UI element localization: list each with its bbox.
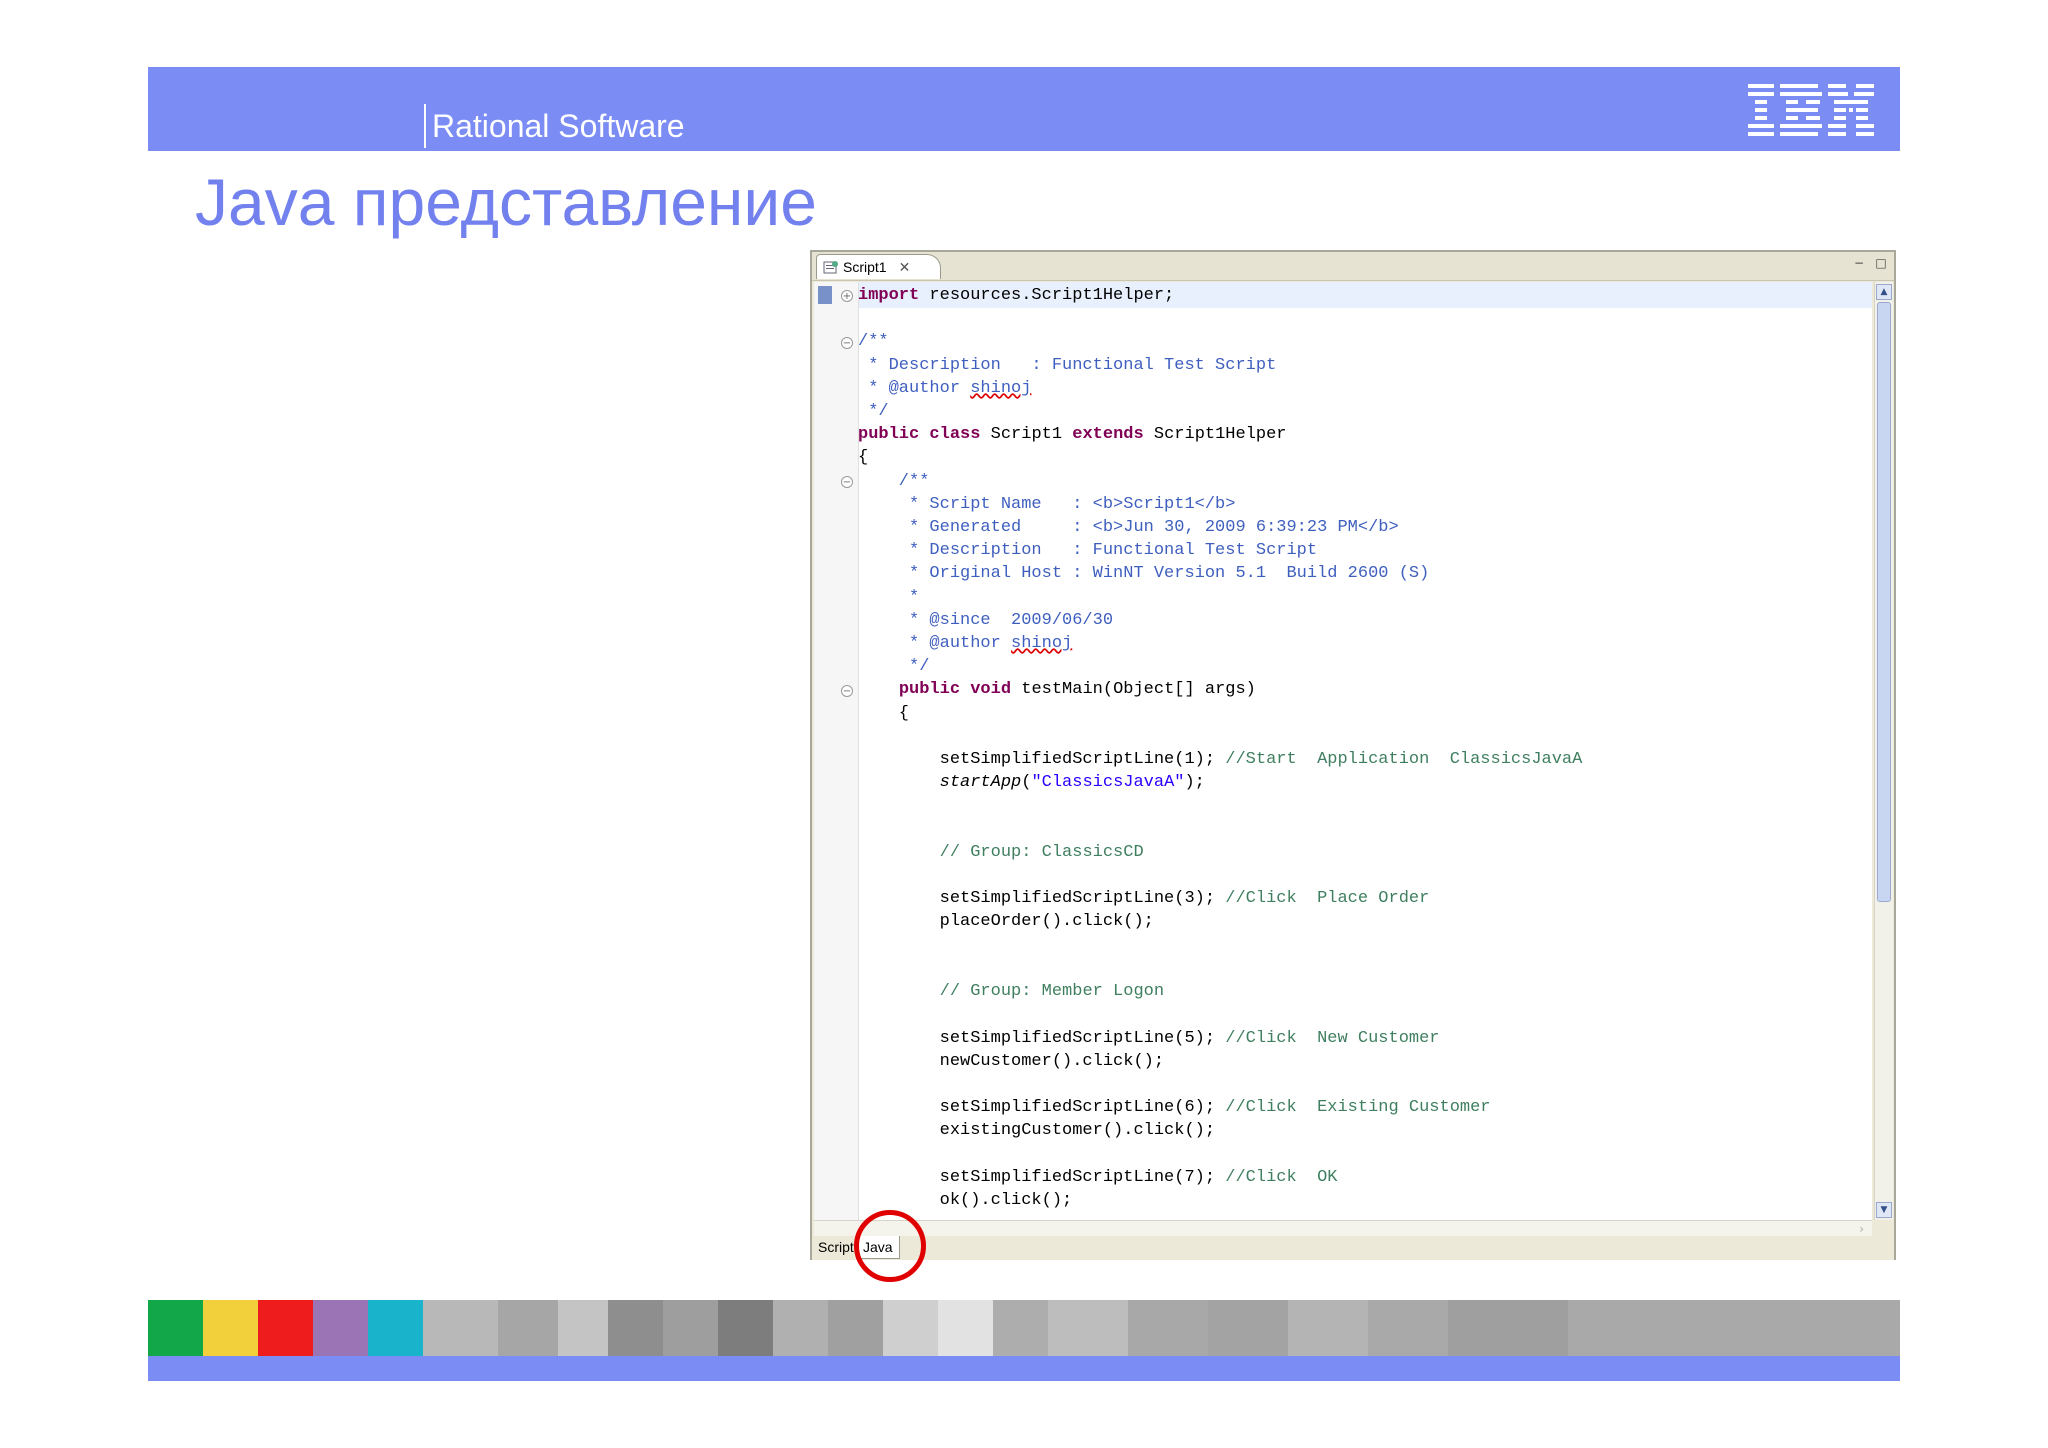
code-line: newCustomer().click(); bbox=[858, 1051, 1165, 1071]
editor-ruler: + − − − bbox=[814, 282, 859, 1220]
color-block bbox=[498, 1300, 558, 1356]
color-block bbox=[368, 1300, 423, 1356]
collapse-icon[interactable]: − bbox=[841, 685, 853, 697]
vertical-scrollbar[interactable]: ▲ ▼ bbox=[1874, 282, 1893, 1220]
code-line: /** bbox=[858, 471, 930, 491]
color-block bbox=[423, 1300, 498, 1356]
code-line: * @author shinoj bbox=[858, 634, 1073, 654]
expand-icon[interactable]: + bbox=[841, 290, 853, 302]
color-block bbox=[1568, 1300, 1900, 1356]
color-block bbox=[828, 1300, 883, 1356]
collapse-icon[interactable]: − bbox=[841, 476, 853, 488]
code-line: * Description : Functional Test Script bbox=[858, 541, 1318, 561]
code-line: setSimplifiedScriptLine(6); //Click Exis… bbox=[858, 1098, 1491, 1118]
color-block bbox=[148, 1300, 203, 1356]
banner-separator bbox=[424, 104, 426, 148]
color-block bbox=[313, 1300, 368, 1356]
color-block bbox=[993, 1300, 1048, 1356]
minimize-icon[interactable]: − bbox=[1852, 256, 1866, 270]
code-line: // Group: ClassicsCD bbox=[939, 842, 1144, 862]
code-line: ok().click(); bbox=[858, 1190, 1073, 1210]
code-line: public class Script1 extends Script1Help… bbox=[858, 425, 1287, 445]
bottom-tab-bar: Script Java bbox=[812, 1236, 1894, 1260]
code-line: * Generated : <b>Jun 30, 2009 6:39:23 PM… bbox=[858, 518, 1399, 538]
ibm-logo bbox=[1748, 84, 1874, 136]
code-line: * @author shinoj bbox=[858, 378, 1032, 398]
color-block bbox=[1048, 1300, 1128, 1356]
code-line: */ bbox=[858, 402, 889, 422]
code-line: setSimplifiedScriptLine(7); //Click OK bbox=[858, 1167, 1338, 1187]
code-line: setSimplifiedScriptLine(1); //Start Appl… bbox=[858, 750, 1583, 770]
color-block bbox=[258, 1300, 313, 1356]
code-line: setSimplifiedScriptLine(5); //Click New … bbox=[858, 1028, 1440, 1048]
code-line: { bbox=[858, 448, 869, 468]
collapse-icon[interactable]: − bbox=[841, 337, 853, 349]
tab-script[interactable]: Script bbox=[818, 1236, 856, 1258]
color-block bbox=[203, 1300, 258, 1356]
color-block bbox=[1368, 1300, 1448, 1356]
code-line: * Script Name : <b>Script1</b> bbox=[858, 494, 1236, 514]
editor-tab-bar: Script1 ✕ − □ bbox=[812, 252, 1894, 281]
color-block bbox=[1448, 1300, 1568, 1356]
ruler-marker bbox=[818, 286, 832, 304]
header-banner bbox=[148, 67, 1900, 151]
maximize-icon[interactable]: □ bbox=[1874, 256, 1888, 270]
footer-bar bbox=[148, 1356, 1900, 1381]
color-block bbox=[663, 1300, 718, 1356]
slide-title: Java представление bbox=[195, 165, 817, 239]
color-block bbox=[938, 1300, 993, 1356]
scroll-down-icon[interactable]: ▼ bbox=[1876, 1202, 1892, 1218]
color-block bbox=[608, 1300, 663, 1356]
color-strip bbox=[148, 1300, 1900, 1356]
color-block bbox=[1208, 1300, 1288, 1356]
tab-label: Script1 bbox=[843, 259, 887, 275]
code-line: /** bbox=[858, 332, 889, 352]
scrollbar-thumb[interactable] bbox=[1877, 302, 1891, 902]
code-line: placeOrder().click(); bbox=[858, 912, 1154, 932]
code-line: existingCustomer().click(); bbox=[858, 1121, 1216, 1141]
code-editor[interactable]: + − − − import resources.Script1Helper; … bbox=[814, 282, 1872, 1220]
color-block bbox=[1288, 1300, 1368, 1356]
code-line: * @since 2009/06/30 bbox=[858, 610, 1114, 630]
code-line: startApp("ClassicsJavaA"); bbox=[939, 773, 1205, 793]
color-block bbox=[718, 1300, 773, 1356]
color-block bbox=[883, 1300, 938, 1356]
code-line: * Description : Functional Test Script bbox=[858, 355, 1277, 375]
horizontal-scrollbar[interactable]: › bbox=[814, 1220, 1872, 1237]
close-icon[interactable]: ✕ bbox=[899, 259, 911, 276]
color-block bbox=[1128, 1300, 1208, 1356]
tab-script1[interactable]: Script1 ✕ bbox=[816, 254, 942, 279]
color-block bbox=[558, 1300, 608, 1356]
code-line: { bbox=[858, 703, 910, 723]
script-editor-window: Script1 ✕ − □ + − − − import resources.S… bbox=[810, 250, 1896, 1260]
code-text[interactable]: import resources.Script1Helper; /** * De… bbox=[858, 284, 1582, 1212]
code-line: public void testMain(Object[] args) bbox=[898, 680, 1256, 700]
code-line: */ bbox=[858, 657, 930, 677]
code-line: // Group: Member Logon bbox=[939, 982, 1165, 1002]
scroll-right-icon[interactable]: › bbox=[1859, 1221, 1864, 1237]
script-file-icon bbox=[823, 261, 838, 274]
code-line: * bbox=[858, 587, 920, 607]
scroll-up-icon[interactable]: ▲ bbox=[1876, 284, 1892, 300]
color-block bbox=[773, 1300, 828, 1356]
code-line: import resources.Script1Helper; bbox=[858, 286, 1175, 305]
code-line: * Original Host : WinNT Version 5.1 Buil… bbox=[858, 564, 1430, 584]
highlight-circle bbox=[854, 1210, 926, 1282]
code-line: setSimplifiedScriptLine(3); //Click Plac… bbox=[858, 889, 1430, 909]
brand-label: Rational Software bbox=[432, 108, 685, 144]
